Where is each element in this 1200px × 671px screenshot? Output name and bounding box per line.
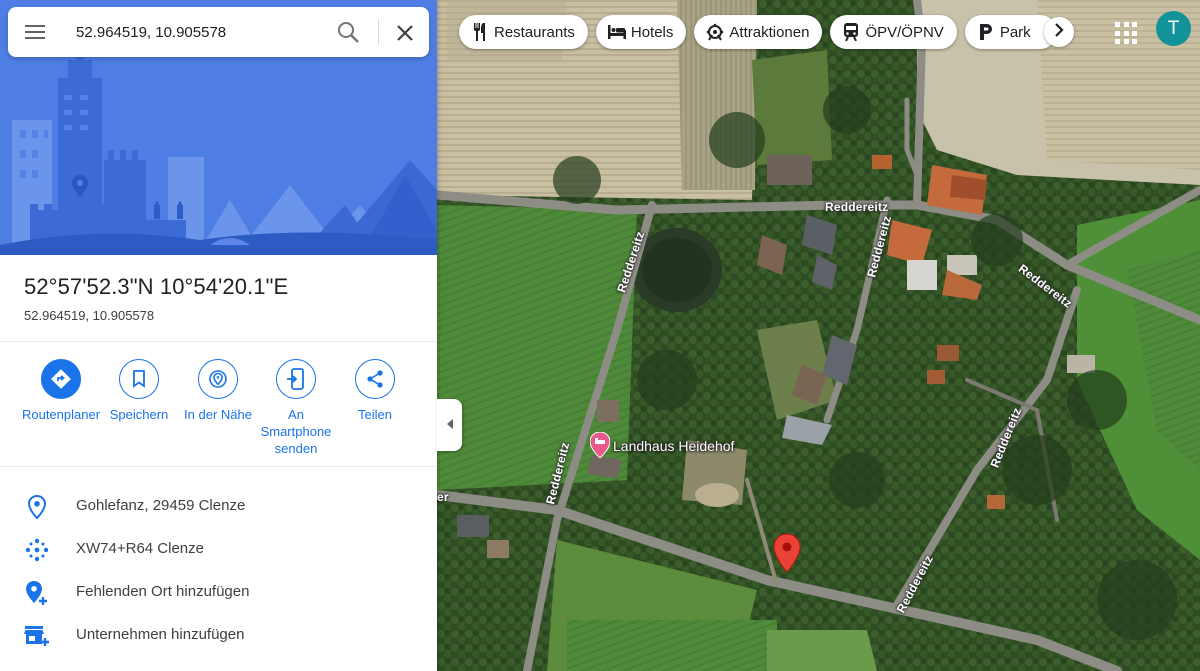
plus-code-text: XW74+R64 Clenze [76,540,204,557]
chip-label: ÖPV/ÖPNV [865,23,944,41]
satellite-imagery [437,0,1200,671]
save-button[interactable]: Speichern [99,359,179,423]
chip-label: Hotels [630,23,674,41]
action-label: Routenplaner [21,407,101,422]
dropped-pin-icon[interactable] [772,533,802,573]
action-label: In der Nähe [184,407,252,422]
chip-label: Restaurants [494,23,575,41]
category-chip-bar: Restaurants Hotels Attraktionen ÖPV/ÖPNV… [459,15,1057,49]
parking-icon [977,23,995,41]
location-pin-icon [24,494,50,520]
search-icon[interactable] [336,20,362,46]
nearby-icon [198,359,238,399]
send-to-phone-button[interactable]: An Smartphone senden [256,359,336,457]
action-label: An Smartphone senden [260,407,332,456]
chip-transit[interactable]: ÖPV/ÖPNV [830,15,957,49]
google-apps-grid-icon[interactable] [1113,20,1137,44]
search-box [8,7,429,57]
plus-code-row[interactable]: XW74+R64 Clenze [0,527,437,570]
chip-restaurants[interactable]: Restaurants [459,15,588,49]
fork-knife-icon [471,23,489,41]
add-business-icon [24,623,50,649]
chip-label: Park [999,23,1031,41]
user-avatar[interactable]: T [1156,11,1191,46]
add-business-text: Unternehmen hinzufügen [76,626,245,643]
train-icon [842,23,860,41]
google-maps-app: Reddereitz Reddereitz Reddereitz Reddere… [0,0,1200,671]
add-business-row[interactable]: Unternehmen hinzufügen [0,613,437,656]
address-row[interactable]: Gohlefanz, 29459 Clenze [0,484,437,527]
attraction-icon [706,23,724,41]
triangle-left-icon [446,416,454,434]
hamburger-menu-icon[interactable] [25,21,49,43]
chevron-right-icon [1054,22,1064,42]
share-button[interactable]: Teilen [335,359,415,423]
add-missing-place-text: Fehlenden Ort hinzufügen [76,583,250,600]
collapse-panel-button[interactable] [437,399,462,451]
directions-icon [41,359,81,399]
bed-icon [607,23,626,41]
bookmark-icon [119,359,159,399]
next-row-partial [0,656,437,671]
chip-parking[interactable]: Park [964,15,1057,49]
chip-attractions[interactable]: Attraktionen [694,15,823,49]
label-icon [24,666,50,671]
action-label: Speichern [109,407,169,422]
address-text: Gohlefanz, 29459 Clenze [76,497,246,514]
hotel-poi-icon[interactable] [589,431,611,459]
chip-hotels[interactable]: Hotels [595,15,687,49]
satellite-map[interactable]: Reddereitz Reddereitz Reddereitz Reddere… [437,0,1200,671]
share-icon [355,359,395,399]
send-to-phone-icon [276,359,316,399]
plus-code-icon [24,537,50,563]
directions-button[interactable]: Routenplaner [21,359,101,423]
divider [0,466,437,467]
search-input[interactable] [76,17,316,47]
chips-next-button[interactable] [1044,17,1074,47]
place-subtitle: 52.964519, 10.905578 [24,308,155,323]
add-missing-place-row[interactable]: Fehlenden Ort hinzufügen [0,570,437,613]
chip-label: Attraktionen [729,23,810,41]
action-bar: Routenplaner Speichern In der Nähe An Sm… [0,359,437,459]
poi-label-landhaus-heidehof[interactable]: Landhaus Heidehof [613,438,734,454]
road-label-reddereitz: er [437,490,449,504]
add-place-icon [24,580,50,606]
divider [0,341,437,342]
close-icon[interactable] [394,22,416,44]
nearby-button[interactable]: In der Nähe [178,359,258,423]
road-label-reddereitz: Reddereitz [825,200,889,214]
place-side-panel: 52°57'52.3"N 10°54'20.1"E 52.964519, 10.… [0,0,437,671]
action-label: Teilen [358,407,392,422]
search-divider [378,19,379,45]
place-title: 52°57'52.3"N 10°54'20.1"E [24,274,289,299]
